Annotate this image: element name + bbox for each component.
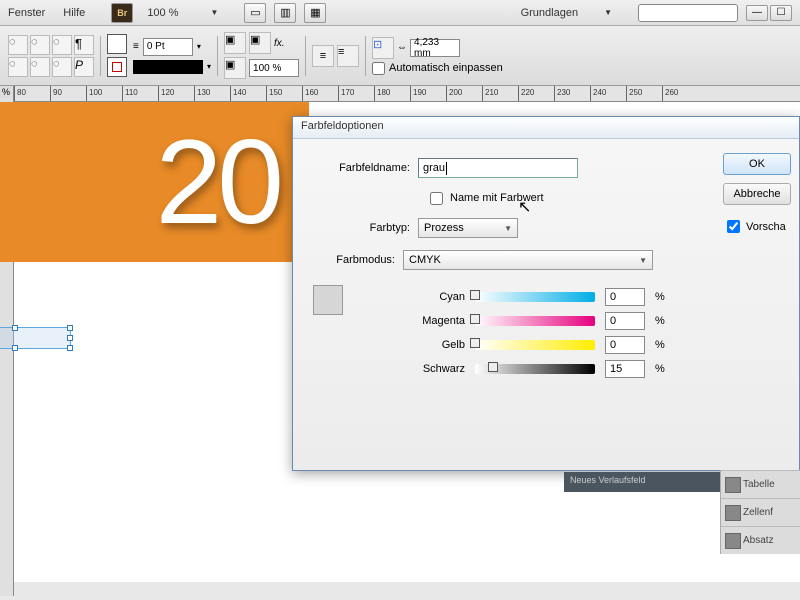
magenta-label: Magenta — [403, 315, 465, 327]
arrange-icon[interactable]: ▦ — [304, 3, 326, 23]
type-label: Farbtyp: — [313, 222, 418, 234]
width-input[interactable]: 4,233 mm — [410, 39, 460, 57]
preview-label: Vorscha — [746, 221, 786, 233]
tool-icon[interactable]: ◌ — [52, 35, 72, 55]
control-panel: ◌ ◌ ◌ ¶ ◌ ◌ ◌ P ≡ 0 Pt ▾ ▾ ▣ ▣ fx. ▣ 100… — [0, 26, 800, 86]
search-input[interactable] — [638, 4, 738, 22]
panel-paragraph[interactable]: Absatz — [721, 526, 800, 554]
cyan-label: Cyan — [403, 291, 465, 303]
icon[interactable]: ▣ — [249, 32, 271, 54]
text-wrap-icon[interactable]: ≡ — [312, 45, 334, 67]
view-icon[interactable]: ▭ — [244, 3, 266, 23]
panel-table[interactable]: Tabelle — [721, 470, 800, 498]
cyan-slider[interactable] — [475, 292, 595, 302]
color-type-dropdown[interactable]: Prozess▼ — [418, 218, 518, 238]
color-mode-dropdown[interactable]: CMYK▼ — [403, 250, 653, 270]
black-label: Schwarz — [403, 363, 465, 375]
panel-item[interactable]: Neues Verlaufsfeld — [564, 472, 724, 492]
stroke-style[interactable] — [133, 60, 203, 74]
window-buttons: — ☐ — [746, 5, 792, 21]
swatch-name-input[interactable]: grau — [418, 158, 578, 178]
maximize-button[interactable]: ☐ — [770, 5, 792, 21]
swatch-options-dialog: Farbfeldoptionen Farbfeldname: grau Name… — [292, 116, 800, 471]
tool-grid: ◌ ◌ ◌ ¶ ◌ ◌ ◌ P — [8, 35, 94, 77]
orange-frame[interactable]: 20 — [0, 102, 309, 262]
fill-swatch[interactable] — [107, 34, 127, 54]
yellow-value-input[interactable]: 0 — [605, 336, 645, 354]
mode-label: Farbmodus: — [313, 254, 403, 266]
magenta-value-input[interactable]: 0 — [605, 312, 645, 330]
zoom-level[interactable]: 100 % — [141, 7, 184, 19]
cyan-value-input[interactable]: 0 — [605, 288, 645, 306]
minimize-button[interactable]: — — [746, 5, 768, 21]
ok-button[interactable]: OK — [723, 153, 791, 175]
tool-icon[interactable]: ◌ — [52, 57, 72, 77]
opacity-input[interactable]: 100 % — [249, 59, 299, 77]
color-preview-swatch — [313, 285, 343, 315]
menu-right: Grundlagen ▼ — ☐ — [521, 4, 792, 22]
preview-checkbox[interactable] — [727, 220, 740, 233]
screen-mode-icon[interactable]: ▥ — [274, 3, 296, 23]
cancel-button[interactable]: Abbreche — [723, 183, 791, 205]
menu-bar: Fenster Hilfe Br 100 % ▼ ▭ ▥ ▦ Grundlage… — [0, 0, 800, 26]
ruler-horizontal: 80 90 100 110 120 130 140 150 160 170 18… — [14, 86, 800, 102]
dialog-title: Farbfeldoptionen — [293, 117, 799, 139]
tool-icon[interactable]: ◌ — [30, 35, 50, 55]
auto-fit-checkbox[interactable] — [372, 62, 385, 75]
yellow-label: Gelb — [403, 339, 465, 351]
tool-icon[interactable]: ◌ — [8, 35, 28, 55]
tool-icon[interactable]: ◌ — [30, 57, 50, 77]
black-slider[interactable] — [475, 364, 595, 374]
auto-fit-label: Automatisch einpassen — [389, 62, 503, 74]
name-label: Farbfeldname: — [313, 162, 418, 174]
p-icon[interactable]: P — [74, 57, 94, 77]
menu-fenster[interactable]: Fenster — [8, 7, 45, 19]
stroke-weight-input[interactable]: 0 Pt — [143, 38, 193, 56]
stroke-swatch[interactable] — [107, 57, 127, 77]
name-with-value-checkbox[interactable] — [430, 192, 443, 205]
icon[interactable]: ▣ — [224, 57, 246, 79]
magenta-slider[interactable] — [475, 316, 595, 326]
ruler-unit: % — [0, 86, 12, 98]
bridge-icon[interactable]: Br — [111, 3, 133, 23]
frame-icon[interactable]: ⊡ — [372, 37, 394, 59]
text-wrap-icon[interactable]: ≡ — [337, 45, 359, 67]
menu-mid: Br 100 % ▼ ▭ ▥ ▦ — [111, 3, 326, 23]
selected-frame[interactable] — [0, 327, 71, 349]
yellow-slider[interactable] — [475, 340, 595, 350]
icon[interactable]: ▣ — [224, 32, 246, 54]
workspace-switcher[interactable]: Grundlagen — [521, 7, 579, 19]
name-with-value-label: Name mit Farbwert — [450, 192, 544, 204]
panel-cell[interactable]: Zellenf — [721, 498, 800, 526]
black-value-input[interactable]: 15 — [605, 360, 645, 378]
right-panels: Tabelle Zellenf Absatz — [720, 470, 800, 554]
paragraph-icon[interactable]: ¶ — [74, 35, 94, 55]
tool-icon[interactable]: ◌ — [8, 57, 28, 77]
menu-hilfe[interactable]: Hilfe — [63, 7, 85, 19]
